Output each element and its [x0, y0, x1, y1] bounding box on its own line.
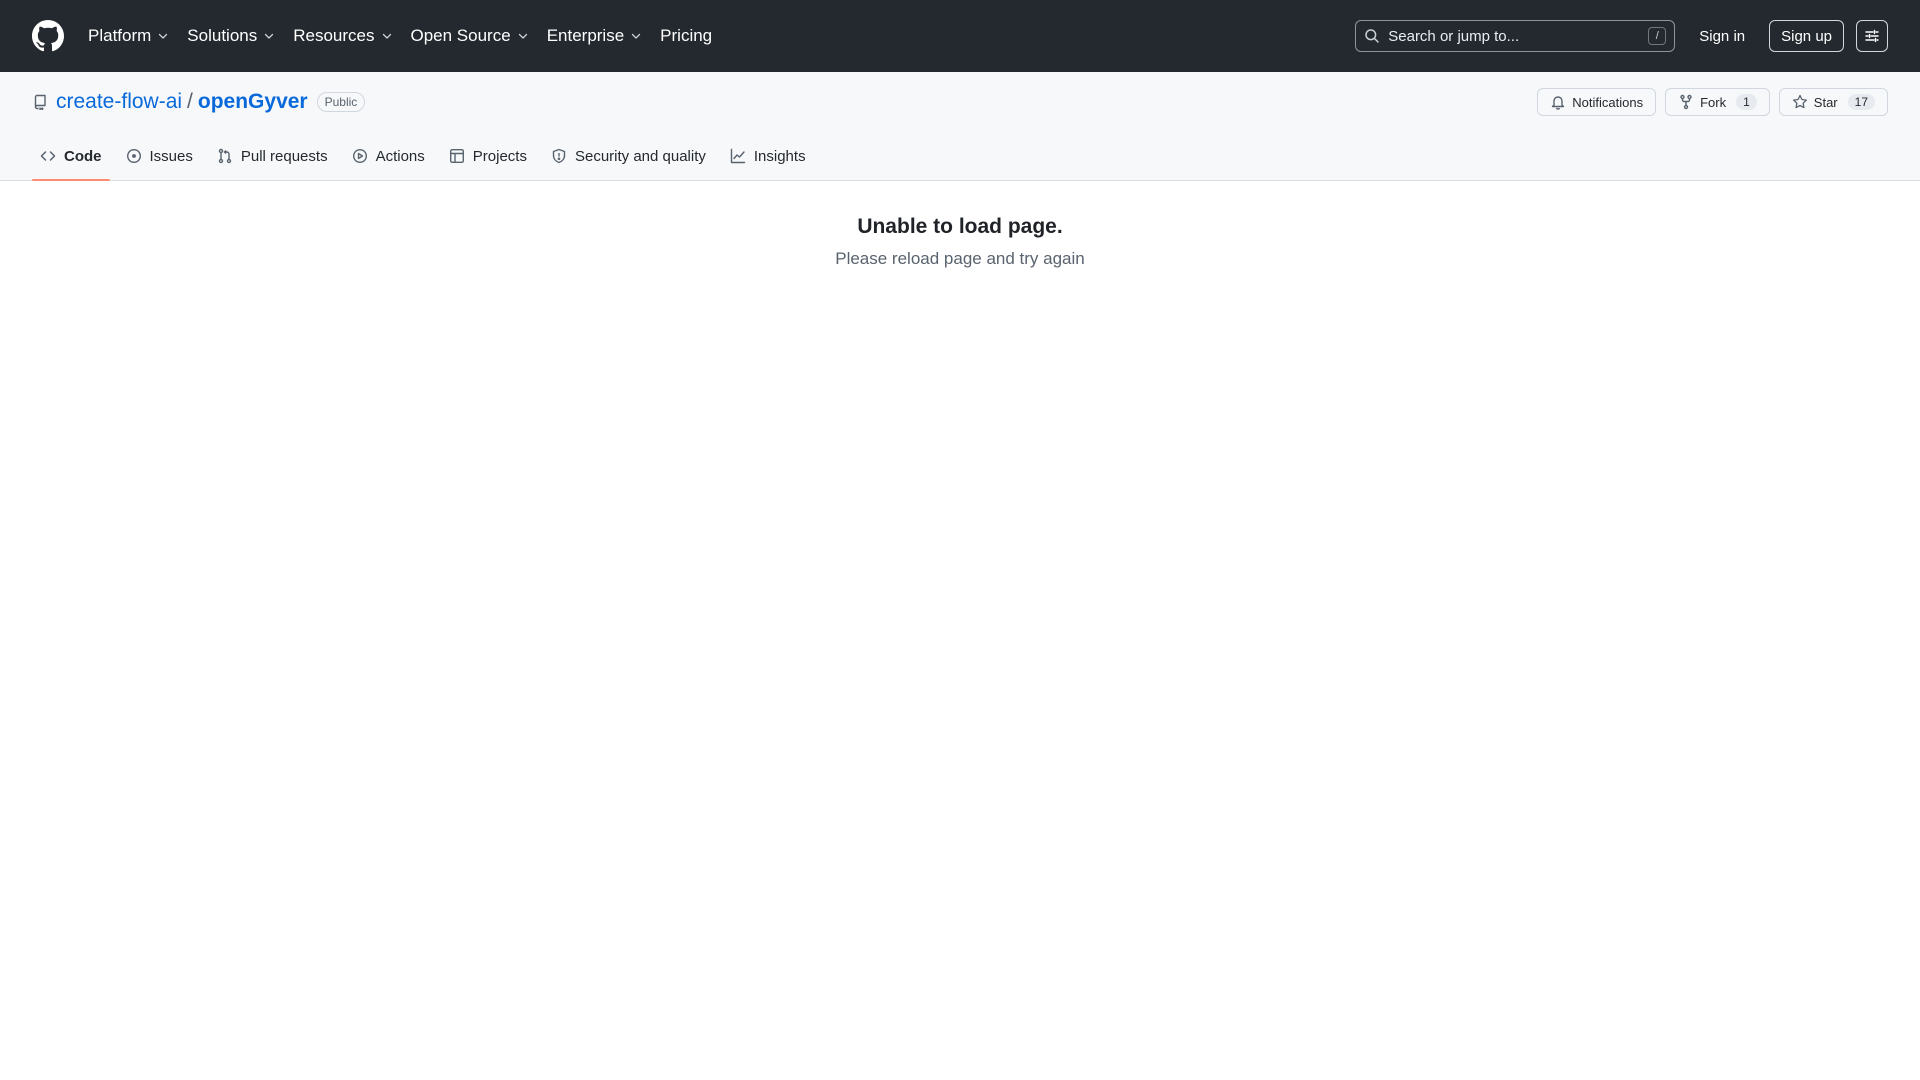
- fork-icon: [1678, 94, 1694, 110]
- nav-platform-label: Platform: [88, 26, 152, 45]
- play-icon: [352, 148, 368, 164]
- nav-resources[interactable]: Resources: [293, 26, 392, 46]
- tab-issues-label: Issues: [149, 147, 193, 165]
- chevron-down-icon: [517, 30, 529, 42]
- tab-actions[interactable]: Actions: [344, 132, 433, 180]
- sign-in-link[interactable]: Sign in: [1691, 22, 1753, 51]
- nav-open-source[interactable]: Open Source: [411, 26, 529, 46]
- error-message: Please reload page and try again: [835, 249, 1085, 268]
- main-content: Unable to load page. Please reload page …: [0, 181, 1920, 269]
- search-icon: [1364, 28, 1380, 44]
- tab-security-label: Security and quality: [574, 147, 706, 165]
- tab-projects[interactable]: Projects: [441, 132, 535, 180]
- nav-pricing[interactable]: Pricing: [660, 26, 712, 46]
- sliders-icon: [1864, 28, 1880, 44]
- nav-pricing-label: Pricing: [660, 26, 713, 45]
- tab-insights[interactable]: Insights: [722, 132, 814, 180]
- tab-code-label: Code: [64, 147, 102, 165]
- nav-open-source-label: Open Source: [410, 26, 511, 45]
- tab-issues[interactable]: Issues: [118, 132, 201, 180]
- tab-projects-label: Projects: [472, 147, 527, 165]
- star-icon: [1792, 94, 1808, 110]
- tab-code[interactable]: Code: [32, 132, 110, 181]
- code-icon: [40, 148, 56, 164]
- chevron-down-icon: [157, 30, 169, 42]
- nav-platform[interactable]: Platform: [88, 26, 169, 46]
- notifications-button[interactable]: Notifications: [1537, 88, 1657, 116]
- chevron-down-icon: [263, 30, 275, 42]
- appearance-settings-button[interactable]: [1856, 20, 1888, 52]
- chevron-down-icon: [381, 30, 393, 42]
- table-icon: [449, 148, 465, 164]
- graph-icon: [730, 148, 746, 164]
- tab-security[interactable]: Security and quality: [543, 132, 714, 180]
- tab-pull-requests[interactable]: Pull requests: [209, 132, 336, 180]
- nav-resources-label: Resources: [293, 26, 375, 45]
- search-input[interactable]: Search or jump to... /: [1355, 20, 1676, 52]
- fork-button[interactable]: Fork 1: [1665, 88, 1770, 116]
- repo-tabs: Code Issues Pull requests Actions Projec…: [32, 132, 1888, 181]
- search-placeholder: Search or jump to...: [1388, 27, 1520, 45]
- nav-solutions[interactable]: Solutions: [187, 26, 275, 46]
- bell-icon: [1550, 94, 1566, 110]
- star-count: 17: [1847, 94, 1875, 110]
- repo-title-row: create-flow-ai / openGyver Public Notifi…: [32, 72, 1888, 132]
- fork-count: 1: [1736, 94, 1757, 110]
- error-title: Unable to load page.: [857, 215, 1063, 238]
- tab-insights-label: Insights: [753, 147, 806, 165]
- tab-actions-label: Actions: [375, 147, 425, 165]
- visibility-badge: Public: [316, 92, 366, 112]
- star-button[interactable]: Star 17: [1778, 88, 1888, 116]
- shield-icon: [551, 148, 567, 164]
- global-nav: Platform Solutions Resources Open Source…: [88, 26, 712, 46]
- repo-path-separator: /: [187, 90, 193, 113]
- fork-label: Fork: [1700, 94, 1727, 110]
- pull-request-icon: [217, 148, 233, 164]
- nav-enterprise[interactable]: Enterprise: [547, 26, 642, 46]
- nav-solutions-label: Solutions: [187, 26, 258, 45]
- tab-pull-requests-label: Pull requests: [240, 147, 328, 165]
- star-label: Star: [1813, 94, 1838, 110]
- sign-up-button[interactable]: Sign up: [1769, 20, 1844, 52]
- issue-icon: [126, 148, 142, 164]
- github-logo-icon[interactable]: [32, 20, 64, 52]
- repo-header: create-flow-ai / openGyver Public Notifi…: [0, 72, 1920, 181]
- search-shortcut-key: /: [1648, 27, 1667, 45]
- chevron-down-icon: [630, 30, 642, 42]
- repo-owner-link[interactable]: create-flow-ai: [56, 90, 182, 114]
- repo-name-link[interactable]: openGyver: [198, 90, 308, 114]
- repo-actions: Notifications Fork 1 Star 17: [1537, 88, 1888, 116]
- notifications-label: Notifications: [1572, 94, 1644, 110]
- repo-icon: [32, 94, 48, 110]
- nav-enterprise-label: Enterprise: [546, 26, 625, 45]
- global-header: Platform Solutions Resources Open Source…: [0, 0, 1920, 72]
